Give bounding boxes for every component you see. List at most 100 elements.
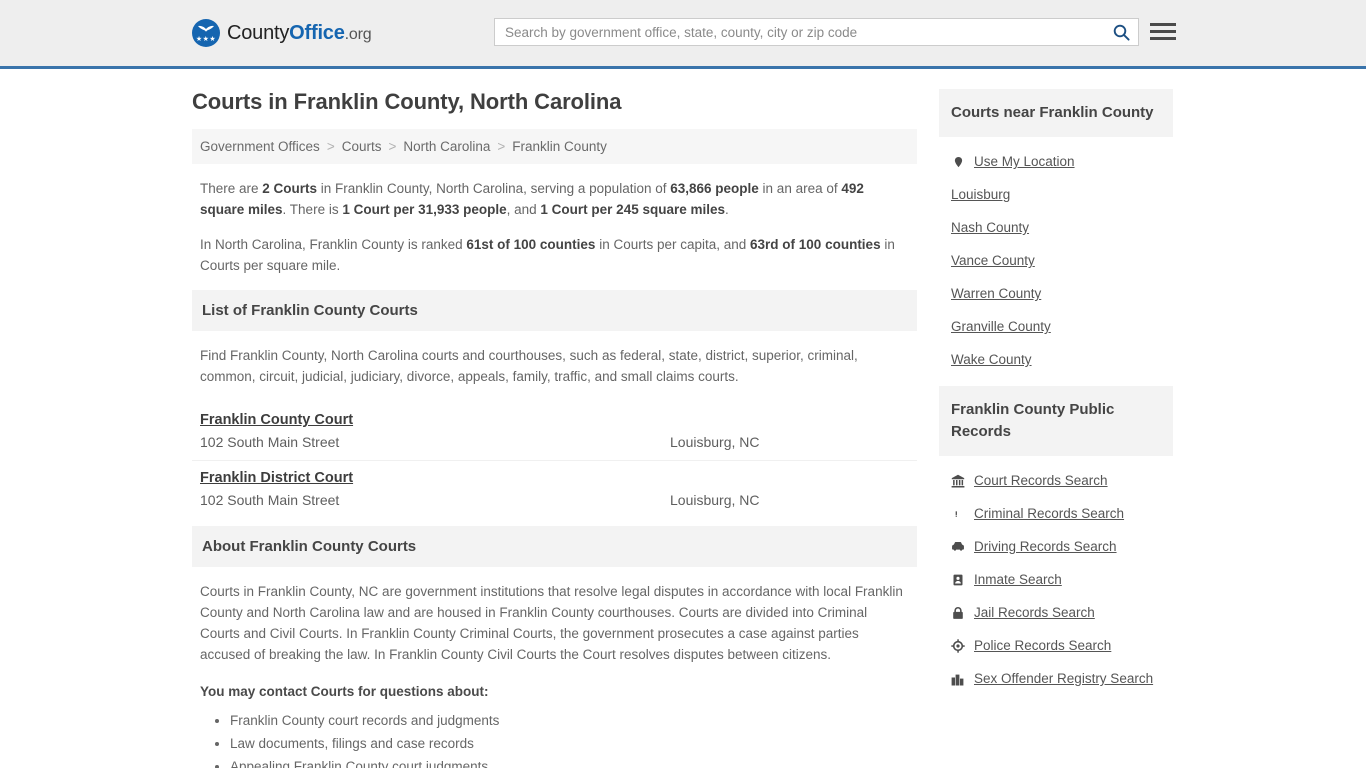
stat-text: in an area of — [758, 181, 842, 196]
search-button[interactable] — [1104, 19, 1138, 45]
site-header: ★★★ CountyOffice.org — [0, 0, 1366, 69]
sidebar-link[interactable]: Use My Location — [974, 154, 1075, 169]
sidebar-link[interactable]: Criminal Records Search — [974, 506, 1124, 521]
search-icon — [1113, 24, 1130, 41]
list-section-heading: List of Franklin County Courts — [192, 290, 917, 331]
sidebar-link[interactable]: Granville County — [951, 319, 1051, 334]
page-title: Courts in Franklin County, North Carolin… — [192, 89, 622, 114]
sidebar-link-row[interactable]: Warren County — [939, 277, 1173, 310]
sidebar-link[interactable]: Wake County — [951, 352, 1032, 367]
court-address: 102 South Main Street — [200, 492, 340, 508]
sidebar-link-row[interactable]: Driving Records Search — [939, 530, 1173, 563]
sidebar-link[interactable]: Court Records Search — [974, 473, 1108, 488]
contact-topic-item: Appealing Franklin County court judgment… — [230, 756, 909, 768]
about-section-body: Courts in Franklin County, NC are govern… — [192, 567, 917, 768]
id-badge-icon — [951, 573, 965, 587]
menu-bar-3 — [1150, 36, 1176, 40]
police-badge-icon — [951, 638, 965, 653]
sidebar-link[interactable]: Police Records Search — [974, 638, 1111, 653]
page-container: Courts in Franklin County, North Carolin… — [0, 69, 1366, 768]
sidebar-link[interactable]: Inmate Search — [974, 572, 1062, 587]
courthouse-icon — [951, 474, 965, 488]
contact-topic-item: Franklin County court records and judgme… — [230, 710, 909, 731]
breadcrumb: Government Offices > Courts > North Carolina… — [192, 129, 917, 164]
about-section-heading: About Franklin County Courts — [192, 526, 917, 567]
court-city: Louisburg, NC — [670, 492, 760, 508]
sidebar-link-row[interactable]: Police Records Search — [939, 629, 1173, 662]
stat-highlight: 2 Courts — [262, 181, 318, 196]
contact-lead: You may contact Courts for questions abo… — [200, 684, 489, 699]
hamburger-menu-button[interactable] — [1150, 18, 1178, 44]
stat-highlight: 61st of 100 counties — [466, 237, 596, 252]
sidebar-link[interactable]: Warren County — [951, 286, 1041, 301]
contact-topics-list: Franklin County court records and judgme… — [200, 710, 909, 768]
buildings-icon — [951, 672, 965, 686]
breadcrumb-separator: > — [497, 139, 506, 154]
sidebar-link[interactable]: Vance County — [951, 253, 1035, 268]
menu-bar-2 — [1150, 29, 1176, 33]
lock-icon — [951, 606, 965, 620]
stat-text: There are — [200, 181, 263, 196]
breadcrumb-item[interactable]: Franklin County — [512, 139, 607, 154]
search-bar[interactable] — [494, 18, 1139, 46]
sidebar-link-row[interactable]: Court Records Search — [939, 464, 1173, 497]
stat-text: , and — [506, 202, 541, 217]
nearby-courts-links: Use My Location Louisburg Nash County Vance… — [939, 137, 1173, 386]
sidebar-link-row[interactable]: Wake County — [939, 343, 1173, 376]
court-name-link[interactable]: Franklin District Court — [200, 470, 353, 486]
site-logo-text: CountyOffice.org — [227, 21, 372, 44]
breadcrumb-separator: > — [388, 139, 397, 154]
sidebar-link-row[interactable]: Granville County — [939, 310, 1173, 343]
court-row: Franklin District Court 102 South Main St… — [192, 461, 917, 518]
court-row: Franklin County Court 102 South Main Stre… — [192, 403, 917, 461]
nearby-courts-heading: Courts near Franklin County — [939, 89, 1173, 137]
list-section-intro: Find Franklin County, North Carolina cou… — [200, 348, 858, 384]
court-city: Louisburg, NC — [670, 434, 760, 450]
stat-highlight: 1 Court per 245 square miles — [540, 202, 725, 217]
sidebar-link[interactable]: Nash County — [951, 220, 1029, 235]
sidebar-link-row[interactable]: Sex Offender Registry Search — [939, 662, 1173, 695]
breadcrumb-item[interactable]: North Carolina — [403, 139, 490, 154]
stat-text: . There is — [282, 202, 343, 217]
court-detail: 102 South Main Street Louisburg, NC — [200, 434, 909, 450]
map-pin-icon — [951, 155, 965, 169]
list-section-body: Find Franklin County, North Carolina cou… — [192, 331, 917, 387]
stat-text: in Courts per capita, and — [595, 237, 751, 252]
stars-icon: ★★★ — [195, 36, 217, 43]
sidebar-link-row[interactable]: Inmate Search — [939, 563, 1173, 596]
sidebar-link[interactable]: Louisburg — [951, 187, 1010, 202]
main-column: Courts in Franklin County, North Carolin… — [192, 89, 917, 768]
about-section-text: Courts in Franklin County, NC are govern… — [200, 584, 903, 662]
stat-highlight: 63,866 people — [670, 181, 759, 196]
court-address: 102 South Main Street — [200, 434, 340, 450]
sidebar-link[interactable]: Jail Records Search — [974, 605, 1095, 620]
stat-text: in Franklin County, North Carolina, serv… — [317, 181, 671, 196]
contact-topic-item: Law documents, filings and case records — [230, 733, 909, 754]
sidebar-link-row[interactable]: Vance County — [939, 244, 1173, 277]
stat-highlight: 1 Court per 31,933 people — [342, 202, 507, 217]
sidebar-link-row[interactable]: Jail Records Search — [939, 596, 1173, 629]
sidebar-link-row[interactable]: Criminal Records Search — [939, 497, 1173, 530]
exclamation-icon — [951, 507, 965, 521]
public-records-heading: Franklin County Public Records — [939, 386, 1173, 456]
sidebar-link-row[interactable]: Use My Location — [939, 145, 1173, 178]
breadcrumb-item[interactable]: Courts — [342, 139, 382, 154]
stat-text: . — [725, 202, 729, 217]
stat-text: In North Carolina, Franklin County is ra… — [200, 237, 467, 252]
site-logo[interactable]: ★★★ CountyOffice.org — [192, 19, 372, 47]
sidebar-link-row[interactable]: Nash County — [939, 211, 1173, 244]
sidebar-link[interactable]: Driving Records Search — [974, 539, 1117, 554]
sidebar-link-row[interactable]: Louisburg — [939, 178, 1173, 211]
search-input[interactable] — [495, 19, 1104, 45]
menu-bar-1 — [1150, 22, 1176, 26]
public-records-links: Court Records Search Criminal Records Sea… — [939, 456, 1173, 705]
court-name-link[interactable]: Franklin County Court — [200, 412, 353, 428]
court-list: Franklin County Court 102 South Main Stre… — [192, 403, 917, 518]
breadcrumb-separator: > — [326, 139, 335, 154]
breadcrumb-item[interactable]: Government Offices — [200, 139, 320, 154]
sidebar-link[interactable]: Sex Offender Registry Search — [974, 671, 1153, 686]
content-columns: Courts in Franklin County, North Carolin… — [192, 69, 1174, 768]
countyoffice-seal-icon: ★★★ — [192, 19, 220, 47]
sidebar: Courts near Franklin County Use My Locat… — [939, 89, 1173, 768]
statistics-paragraph-1: There are 2 Courts in Franklin County, N… — [200, 178, 909, 220]
